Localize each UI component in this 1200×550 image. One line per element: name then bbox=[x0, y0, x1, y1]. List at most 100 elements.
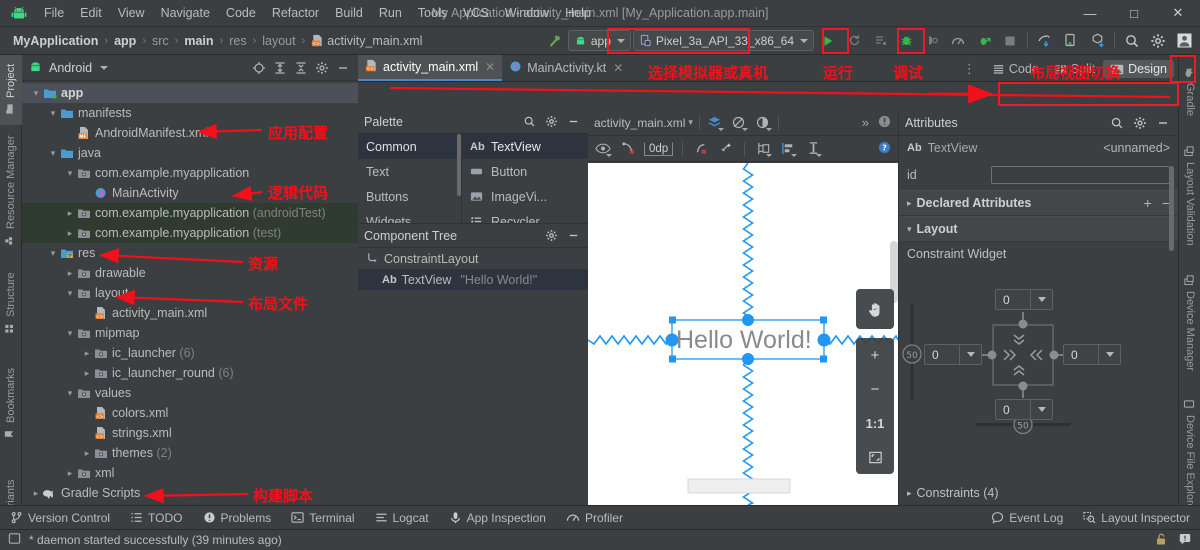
minimize-icon[interactable] bbox=[564, 113, 582, 131]
search-icon[interactable] bbox=[520, 113, 538, 131]
menu-run[interactable]: Run bbox=[371, 3, 410, 23]
tool-window-todo[interactable]: TODO bbox=[120, 506, 192, 530]
tree-item-androidmanifest-xml[interactable]: MF AndroidManifest.xml bbox=[22, 123, 358, 143]
id-input[interactable] bbox=[991, 166, 1170, 184]
gear-icon[interactable] bbox=[1131, 114, 1149, 132]
tree-item-themes[interactable]: ▸ themes (2) bbox=[22, 443, 358, 463]
palette-categories[interactable]: CommonTextButtonsWidgetsLayoutsContainer… bbox=[358, 134, 462, 279]
breadcrumb-item-app[interactable]: app bbox=[111, 33, 139, 49]
breadcrumb-item-layout[interactable]: layout bbox=[259, 33, 298, 49]
palette-scrollbar[interactable] bbox=[457, 134, 461, 196]
autoconnect-icon[interactable] bbox=[692, 140, 710, 158]
constraint-widget[interactable]: 50 50 0 0 0 0 bbox=[899, 282, 1167, 452]
tree-expander[interactable]: ▾ bbox=[47, 108, 59, 119]
minimize-icon[interactable] bbox=[334, 59, 352, 77]
tree-item-app[interactable]: ▾ app bbox=[22, 83, 358, 103]
align-horizontal-icon[interactable] bbox=[779, 140, 798, 158]
gear-icon[interactable] bbox=[542, 227, 560, 245]
gradle-sync-button[interactable] bbox=[1085, 29, 1109, 52]
stop-button[interactable] bbox=[998, 29, 1022, 52]
memory-indicator-icon[interactable] bbox=[8, 532, 21, 548]
tree-item-strings-xml[interactable]: <> strings.xml bbox=[22, 423, 358, 443]
tree-item-ic-launcher-round[interactable]: ▸ ic_launcher_round (6) bbox=[22, 363, 358, 383]
minimize-icon[interactable] bbox=[564, 227, 582, 245]
sidebar-item-structure[interactable]: Structure bbox=[0, 258, 22, 350]
zoom-actual-size-button[interactable]: 1:1 bbox=[856, 406, 894, 440]
add-attribute-button[interactable]: + bbox=[1144, 195, 1152, 211]
tab-main-activity-kt[interactable]: MainActivity.kt ✕ bbox=[502, 55, 630, 81]
zoom-out-button[interactable]: − bbox=[856, 372, 894, 406]
tree-expander[interactable]: ▸ bbox=[64, 208, 76, 219]
target-icon[interactable] bbox=[250, 59, 268, 77]
breadcrumb-item-res[interactable]: res bbox=[226, 33, 249, 49]
tree-item-com-example-myapplication[interactable]: ▸ com.example.myapplication (androidTest) bbox=[22, 203, 358, 223]
layout-section[interactable]: ▾ Layout bbox=[899, 216, 1178, 242]
declared-attributes-section[interactable]: ▸ Declared Attributes + − bbox=[899, 190, 1178, 216]
menu-tools[interactable]: Tools bbox=[410, 3, 455, 23]
orientation-icon[interactable] bbox=[730, 114, 748, 132]
constraints-section[interactable]: ▸ Constraints (4) bbox=[899, 484, 1177, 502]
sidebar-item-resource-manager[interactable]: Resource Manager bbox=[0, 129, 22, 254]
tool-window-app-inspection[interactable]: App Inspection bbox=[439, 506, 556, 530]
tree-item-com-example-myapplication[interactable]: ▸ com.example.myapplication (test) bbox=[22, 223, 358, 243]
component-tree-row-textview[interactable]: Ab TextView "Hello World!" bbox=[358, 269, 588, 290]
zoom-in-button[interactable]: + bbox=[856, 338, 894, 372]
tree-item-gradle-scripts[interactable]: ▸ Gradle Scripts bbox=[22, 483, 358, 503]
tree-expander[interactable]: ▾ bbox=[30, 88, 42, 99]
menu-file[interactable]: File bbox=[36, 3, 72, 23]
palette-item-imagevi[interactable]: ImageVi... bbox=[462, 184, 588, 209]
tree-item-layout[interactable]: ▾ layout bbox=[22, 283, 358, 303]
maximize-button[interactable]: □ bbox=[1112, 0, 1156, 26]
attributes-scrollbar[interactable] bbox=[1169, 166, 1174, 251]
layers-design-icon[interactable] bbox=[706, 114, 724, 132]
project-tree[interactable]: ▾ app ▾ manifests MF AndroidManifest.xml ▾ java… bbox=[22, 81, 358, 505]
minimize-button[interactable]: — bbox=[1068, 0, 1112, 26]
tree-expander[interactable]: ▸ bbox=[64, 228, 76, 239]
design-canvas[interactable]: Hello World! + − 1:1 bbox=[588, 163, 898, 505]
sidebar-item-device-file-explorer[interactable]: Device File Explorer bbox=[1179, 385, 1200, 525]
avd-manager-button[interactable] bbox=[1033, 29, 1057, 52]
sidebar-item-project[interactable]: Project bbox=[0, 55, 22, 125]
tool-window-profiler[interactable]: Profiler bbox=[556, 506, 633, 530]
expand-all-icon[interactable] bbox=[271, 59, 289, 77]
default-margin-value[interactable]: 0dp bbox=[644, 141, 674, 156]
breadcrumb-item-src[interactable]: src bbox=[149, 33, 172, 49]
tool-window-problems[interactable]: Problems bbox=[193, 506, 282, 530]
gear-icon[interactable] bbox=[542, 113, 560, 131]
menu-build[interactable]: Build bbox=[327, 3, 371, 23]
run-button[interactable] bbox=[816, 29, 840, 52]
palette-items[interactable]: AbTextViewButtonImageVi...Recycler...Fra… bbox=[462, 134, 588, 304]
run-with-coverage-button[interactable] bbox=[972, 29, 996, 52]
hammer-icon[interactable] bbox=[546, 31, 566, 51]
infer-constraints-icon[interactable] bbox=[717, 140, 735, 158]
device-selector[interactable]: Pixel_3a_API_33_x86_64 bbox=[632, 30, 814, 51]
close-icon[interactable]: ✕ bbox=[613, 61, 623, 75]
breadcrumb-item-myapplication[interactable]: MyApplication bbox=[10, 33, 101, 49]
tool-window-terminal[interactable]: Terminal bbox=[281, 506, 364, 530]
tree-item-ic-launcher[interactable]: ▸ ic_launcher (6) bbox=[22, 343, 358, 363]
search-icon[interactable] bbox=[1108, 114, 1126, 132]
palette-item-textview[interactable]: Ab TextView bbox=[462, 134, 588, 159]
tree-item-java[interactable]: ▾ java bbox=[22, 143, 358, 163]
settings-button[interactable] bbox=[1146, 29, 1170, 52]
view-options-eye-icon[interactable] bbox=[594, 140, 612, 158]
profiler-button[interactable] bbox=[946, 29, 970, 52]
tree-expander[interactable]: ▸ bbox=[81, 368, 93, 379]
pan-button[interactable] bbox=[856, 289, 894, 329]
canvas-hello-world-text[interactable]: Hello World! bbox=[676, 323, 826, 357]
tree-expander[interactable]: ▾ bbox=[64, 328, 76, 339]
menu-window[interactable]: Window bbox=[497, 3, 557, 23]
tree-item-res[interactable]: ▾ res bbox=[22, 243, 358, 263]
sdk-manager-button[interactable] bbox=[1059, 29, 1083, 52]
account-avatar[interactable] bbox=[1172, 29, 1196, 52]
margin-right-spinner[interactable]: 0 bbox=[1063, 344, 1121, 365]
tool-window-logcat[interactable]: Logcat bbox=[365, 506, 439, 530]
menu-refactor[interactable]: Refactor bbox=[264, 3, 327, 23]
tool-window-event-log[interactable]: Event Log bbox=[981, 506, 1073, 530]
menu-code[interactable]: Code bbox=[218, 3, 264, 23]
tree-expander[interactable]: ▸ bbox=[64, 468, 76, 479]
tree-item-mipmap[interactable]: ▾ mipmap bbox=[22, 323, 358, 343]
tab-activity-main-xml[interactable]: <> activity_main.xml ✕ bbox=[358, 55, 503, 81]
theme-icon[interactable] bbox=[754, 114, 772, 132]
palette-item-button[interactable]: Button bbox=[462, 159, 588, 184]
